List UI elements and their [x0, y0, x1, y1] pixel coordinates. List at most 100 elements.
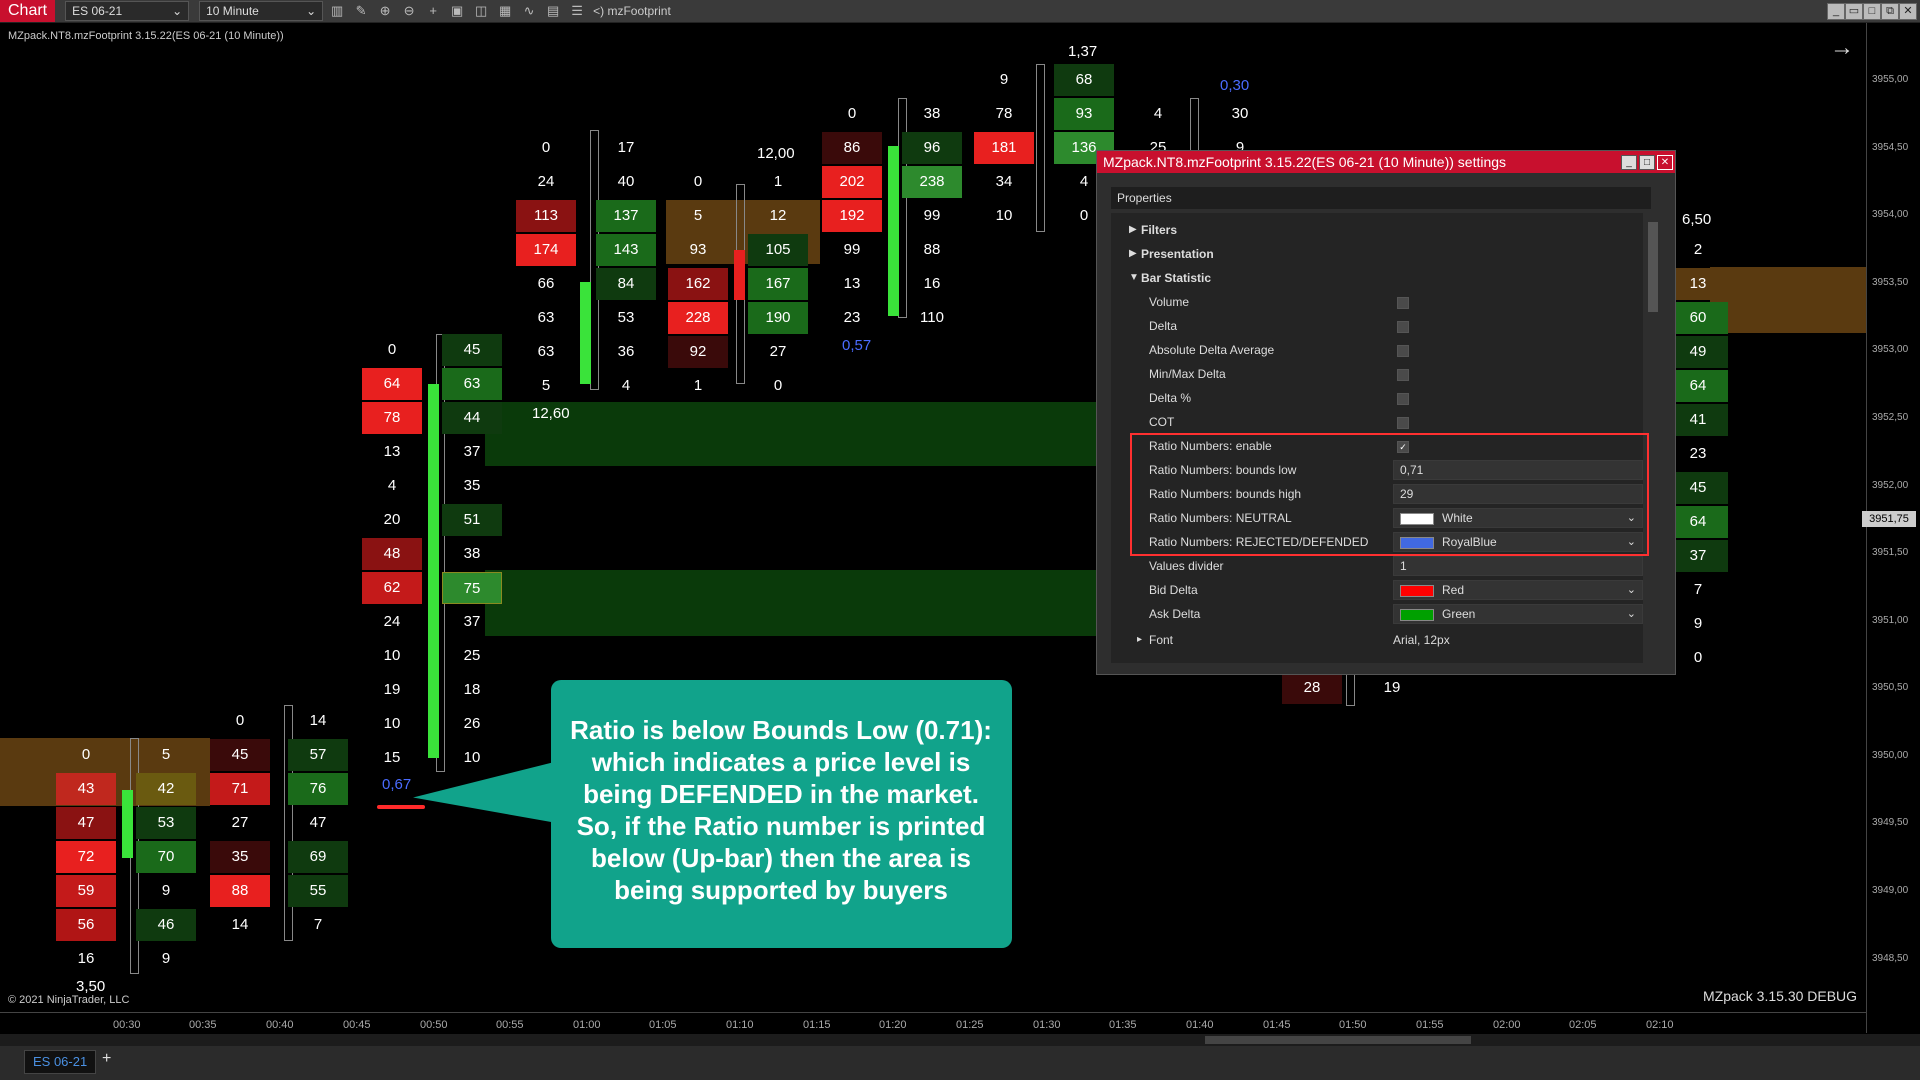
- chevron-down-icon: ⌄: [172, 4, 183, 18]
- properties-icon[interactable]: ◫: [471, 2, 491, 20]
- scrollbar-thumb[interactable]: [1205, 1036, 1471, 1044]
- restore-icon[interactable]: ▭: [1845, 3, 1863, 20]
- ask-cell: 88: [923, 241, 941, 258]
- time-tick: 01:15: [803, 1019, 831, 1031]
- delta-checkbox[interactable]: [1397, 321, 1409, 333]
- cot-checkbox[interactable]: [1397, 417, 1409, 429]
- bid-cell: 20: [383, 511, 401, 528]
- bar-type-icon[interactable]: ▥: [327, 2, 347, 20]
- ask-cell: 9: [161, 950, 171, 967]
- chevron-down-icon: ⌄: [306, 4, 317, 18]
- chart-title: MZpack.NT8.mzFootprint 3.15.22(ES 06-21 …: [8, 30, 284, 42]
- bid-delta-color-select[interactable]: Red ⌄: [1393, 580, 1643, 600]
- ask-delta-color-select[interactable]: Green ⌄: [1393, 604, 1643, 624]
- data-box-icon[interactable]: ▣: [447, 2, 467, 20]
- chart-tab[interactable]: Chart: [0, 0, 56, 22]
- price-tick: 3953,00: [1872, 344, 1909, 355]
- bid-cell: 93: [689, 241, 707, 258]
- bid-cell: 19: [383, 681, 401, 698]
- ask-cell: 49: [1668, 336, 1728, 368]
- bid-cell: 228: [668, 302, 728, 334]
- bid-cell: 4: [1153, 105, 1163, 122]
- ask-cell: 16: [923, 275, 941, 292]
- properties-scrollbar[interactable]: [1648, 222, 1658, 312]
- instrument-tab[interactable]: ES 06-21: [24, 1050, 97, 1074]
- ask-cell: 57: [288, 739, 348, 771]
- maximize-icon[interactable]: □: [1863, 3, 1881, 20]
- indicator-label[interactable]: <) mzFootprint: [593, 4, 671, 18]
- time-tick: 00:45: [343, 1019, 371, 1031]
- bid-cell: 99: [843, 241, 861, 258]
- ask-cell: 41: [1668, 404, 1728, 436]
- bid-cell: 63: [537, 343, 555, 360]
- ask-cell: 36: [617, 343, 635, 360]
- timeframe-select[interactable]: 10 Minute ⌄: [199, 1, 324, 21]
- abs-delta-checkbox[interactable]: [1397, 345, 1409, 357]
- bid-cell: 56: [56, 909, 116, 941]
- timeframe-select-label: 10 Minute: [206, 4, 259, 18]
- ask-cell: 14: [309, 712, 327, 729]
- bid-cell: 9: [999, 71, 1009, 88]
- volume-checkbox[interactable]: [1397, 297, 1409, 309]
- ratio-settings-highlight: [1130, 433, 1649, 556]
- bid-cell: 24: [383, 613, 401, 630]
- minimize-icon[interactable]: _: [1621, 155, 1637, 170]
- properties-header: Properties: [1111, 187, 1651, 209]
- ask-cell: 44: [442, 402, 502, 434]
- bid-cell: 64: [362, 368, 422, 400]
- build-label: MZpack 3.15.30 DEBUG: [1703, 988, 1858, 1004]
- draw-icon[interactable]: ✎: [351, 2, 371, 20]
- add-tab-icon[interactable]: +: [102, 1050, 111, 1068]
- bid-cell: 78: [362, 402, 422, 434]
- tile-icon[interactable]: ⧉: [1881, 3, 1899, 20]
- time-tick: 01:30: [1033, 1019, 1061, 1031]
- bid-cell: 78: [995, 105, 1013, 122]
- templates-icon[interactable]: ▤: [543, 2, 563, 20]
- candle-wick: [1036, 64, 1045, 232]
- indicators-icon[interactable]: ▦: [495, 2, 515, 20]
- price-tick: 3954,00: [1872, 209, 1909, 220]
- section-presentation[interactable]: ▶ Presentation: [1111, 242, 1643, 266]
- bid-cell: 23: [843, 309, 861, 326]
- settings-dialog: MZpack.NT8.mzFootprint 3.15.22(ES 06-21 …: [1096, 150, 1676, 675]
- crosshair-icon[interactable]: +: [423, 2, 443, 20]
- arrow-right-icon[interactable]: →: [1830, 34, 1854, 62]
- bid-cell: 0: [847, 105, 857, 122]
- maximize-icon[interactable]: □: [1639, 155, 1655, 170]
- bid-cell: 72: [56, 841, 116, 873]
- minmax-checkbox[interactable]: [1397, 369, 1409, 381]
- bid-cell: 62: [362, 572, 422, 604]
- ask-cell: 53: [136, 807, 196, 839]
- ask-cell: 63: [442, 368, 502, 400]
- prop-label: Bid Delta: [1149, 583, 1198, 597]
- section-bar-statistic[interactable]: ▼ Bar Statistic: [1111, 266, 1643, 290]
- chevron-right-icon: ▶: [1129, 248, 1137, 259]
- zoom-out-icon[interactable]: ⊖: [399, 2, 419, 20]
- section-filters[interactable]: ▶ Filters: [1111, 218, 1643, 242]
- time-tick: 00:40: [266, 1019, 294, 1031]
- strategies-icon[interactable]: ∿: [519, 2, 539, 20]
- candle-wick: [1190, 98, 1199, 158]
- price-axis[interactable]: [1866, 23, 1920, 1033]
- ask-cell: 105: [748, 234, 808, 266]
- close-icon[interactable]: ✕: [1657, 155, 1673, 170]
- minimize-icon[interactable]: _: [1827, 3, 1845, 20]
- time-tick: 00:35: [189, 1019, 217, 1031]
- ask-cell: 42: [136, 773, 196, 805]
- bid-cell: 5: [693, 207, 703, 224]
- imbalance-band: [485, 570, 1100, 636]
- dialog-titlebar[interactable]: MZpack.NT8.mzFootprint 3.15.22(ES 06-21 …: [1097, 151, 1675, 173]
- horizontal-scrollbar[interactable]: [0, 1034, 1920, 1046]
- menu-icon[interactable]: ☰: [567, 2, 587, 20]
- delta-pct-checkbox[interactable]: [1397, 393, 1409, 405]
- close-icon[interactable]: ✕: [1899, 3, 1917, 20]
- time-tick: 00:50: [420, 1019, 448, 1031]
- values-divider-input[interactable]: 1: [1393, 556, 1643, 576]
- prop-volume: Volume: [1111, 290, 1643, 314]
- prop-font[interactable]: ▸ Font Arial, 12px: [1111, 628, 1643, 652]
- ask-cell: 70: [136, 841, 196, 873]
- bid-cell: 10: [995, 207, 1013, 224]
- instrument-select[interactable]: ES 06-21 ⌄: [65, 1, 190, 21]
- zoom-in-icon[interactable]: ⊕: [375, 2, 395, 20]
- ratio-number: 0,30: [1220, 77, 1250, 94]
